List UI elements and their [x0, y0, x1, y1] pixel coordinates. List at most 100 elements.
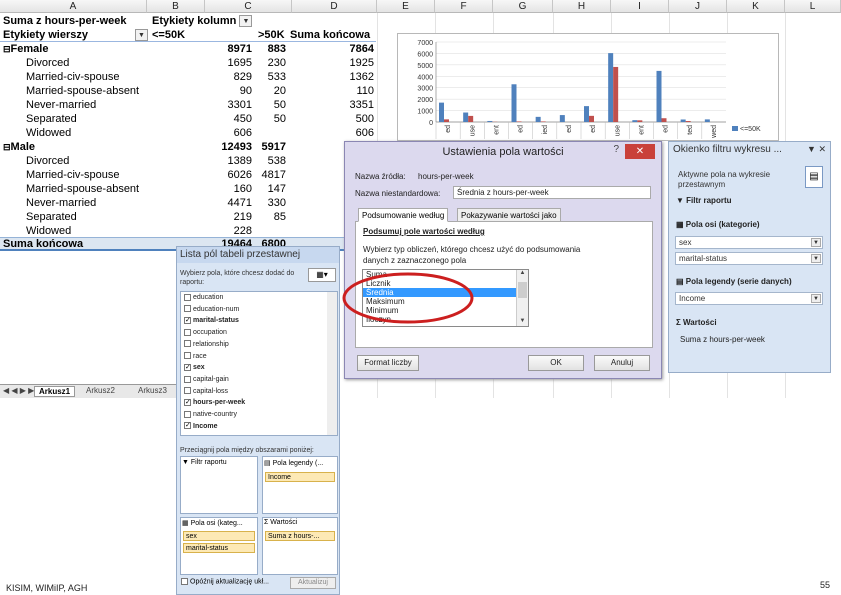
pivot-chart[interactable]: 7000 6000 5000 4000 3000 2000 1000 0 ed use ent ed i…: [397, 33, 779, 141]
pivot-cell-v1: 90: [239, 85, 252, 97]
filter-axis-marital-combo[interactable]: marital-status ▼: [675, 252, 823, 265]
filter-pane-report-filter: ▼ Filtr raportu: [676, 196, 732, 205]
pivot-row-label[interactable]: Married-civ-spouse: [26, 168, 120, 182]
pane-close-icon[interactable]: ▼ ✕: [807, 144, 826, 155]
collapse-icon[interactable]: ⊟: [3, 44, 11, 54]
col-labels-dropdown-icon[interactable]: ▼: [239, 15, 253, 28]
checkbox-icon[interactable]: [184, 328, 191, 336]
scroll-thumb[interactable]: [518, 282, 527, 298]
column-header-f[interactable]: F: [435, 0, 493, 13]
column-header-h[interactable]: H: [553, 0, 611, 13]
layout-options-icon[interactable]: ▦▾: [308, 268, 336, 282]
sheet-tab-arkusz1[interactable]: Arkusz1: [34, 386, 76, 397]
pivot-row-label[interactable]: Separated: [26, 210, 77, 224]
pivot-row-label[interactable]: ⊟Male: [3, 140, 35, 154]
pivot-row-label[interactable]: Separated: [26, 112, 77, 126]
sheet-tab-arkusz3[interactable]: Arkusz3: [138, 386, 167, 395]
field-item[interactable]: ✓ sex: [184, 362, 205, 373]
field-item[interactable]: education-num: [184, 304, 239, 315]
pivot-row-label-text: Female: [10, 43, 49, 55]
pivot-row-label[interactable]: Widowed: [26, 224, 71, 238]
filter-legend-income-combo[interactable]: Income ▼: [675, 292, 823, 305]
chart-bar-le50k: [559, 115, 565, 122]
custom-name-input[interactable]: Średnia z hours-per-week: [453, 186, 651, 199]
pivot-row-label[interactable]: Never-married: [26, 196, 96, 210]
defer-update-checkbox[interactable]: Opóźnij aktualizację ukł...: [181, 578, 269, 585]
pivot-row-label-text: Divorced: [26, 57, 70, 69]
checkbox-icon[interactable]: [184, 305, 191, 313]
pivot-cell-v2: 85: [273, 211, 286, 223]
pivot-row-label[interactable]: Married-spouse-absent: [26, 182, 139, 196]
chart-pane-icon[interactable]: ▤: [805, 166, 823, 188]
sheet-tab-arkusz2[interactable]: Arkusz2: [86, 386, 115, 395]
field-item[interactable]: ✓ Income: [184, 421, 218, 432]
chevron-down-icon[interactable]: ▼: [811, 294, 821, 303]
field-item[interactable]: native-country: [184, 409, 237, 420]
column-header-d[interactable]: D: [292, 0, 377, 13]
close-icon[interactable]: ✕: [625, 144, 655, 159]
column-header-k[interactable]: K: [727, 0, 785, 13]
ok-button[interactable]: OK: [528, 355, 584, 371]
checkbox-checked-icon[interactable]: ✓: [184, 317, 191, 325]
pivot-row-label-text: Separated: [26, 113, 77, 125]
scroll-up-icon[interactable]: ▲: [517, 270, 528, 278]
scroll-down-icon[interactable]: ▼: [517, 318, 528, 326]
checkbox-icon[interactable]: [184, 352, 191, 360]
cancel-button[interactable]: Anuluj: [594, 355, 650, 371]
chevron-down-icon[interactable]: ▼: [811, 254, 821, 263]
column-header-b[interactable]: B: [147, 0, 205, 13]
pivot-row-label[interactable]: Widowed: [26, 126, 71, 140]
column-header-l[interactable]: L: [785, 0, 841, 13]
defer-checkbox-icon[interactable]: [181, 578, 188, 585]
field-item[interactable]: capital-gain: [184, 374, 229, 385]
field-list-scrollbar[interactable]: [327, 292, 337, 435]
checkbox-icon[interactable]: [184, 375, 191, 383]
checkbox-checked-icon[interactable]: ✓: [184, 363, 191, 371]
column-header-a[interactable]: A: [0, 0, 147, 13]
help-icon[interactable]: ?: [613, 144, 619, 155]
pivot-row-label[interactable]: Never-married: [26, 98, 96, 112]
tab-nav-icon[interactable]: ◀ ◀ ▶ ▶: [3, 386, 34, 395]
axis-item-marital-status[interactable]: marital-status: [183, 543, 255, 553]
filter-axis-sex-combo[interactable]: sex ▼: [675, 236, 823, 249]
checkbox-checked-icon[interactable]: ✓: [184, 398, 191, 406]
field-item[interactable]: race: [184, 351, 207, 362]
column-header-c[interactable]: C: [205, 0, 292, 13]
field-item[interactable]: relationship: [184, 339, 229, 350]
tab-summarize-by[interactable]: Podsumowanie według: [358, 208, 449, 222]
pivot-col-labels-header[interactable]: Etykiety kolumn ▼: [152, 14, 253, 28]
collapse-icon[interactable]: ⊟: [3, 142, 11, 152]
row-labels-dropdown-icon[interactable]: ▼: [135, 29, 148, 41]
pivot-row-label[interactable]: Divorced: [26, 56, 69, 70]
checkbox-icon[interactable]: [184, 293, 191, 301]
filter-pane-title: Okienko filtru wykresu ...: [673, 144, 782, 155]
tab-show-values-as[interactable]: Pokazywanie wartości jako: [457, 208, 561, 222]
checkbox-icon[interactable]: [184, 340, 191, 348]
chevron-down-icon[interactable]: ▼: [811, 238, 821, 247]
listbox-scrollbar[interactable]: ▲ ▼: [516, 270, 528, 326]
values-item[interactable]: Suma z hours-...: [265, 531, 335, 541]
pivot-row-label[interactable]: Married-spouse-absent: [26, 84, 139, 98]
field-item[interactable]: ✓ marital-status: [184, 315, 239, 326]
pivot-row-label[interactable]: Married-civ-spouse: [26, 70, 120, 84]
checkbox-icon[interactable]: [184, 387, 191, 395]
field-item[interactable]: occupation: [184, 327, 227, 338]
axis-item-sex[interactable]: sex: [183, 531, 255, 541]
checkbox-icon[interactable]: [184, 410, 191, 418]
column-header-j[interactable]: J: [669, 0, 727, 13]
column-header-g[interactable]: G: [493, 0, 553, 13]
pivot-col1-header: <=50K: [152, 29, 186, 41]
field-item[interactable]: education: [184, 292, 223, 303]
field-item[interactable]: ✓ hours-per-week: [184, 397, 245, 408]
field-item[interactable]: capital-loss: [184, 386, 228, 397]
update-button[interactable]: Aktualizuj: [290, 577, 336, 589]
number-format-button[interactable]: Format liczby: [357, 355, 419, 371]
legend-item-income[interactable]: Income: [265, 472, 335, 482]
column-header-i[interactable]: I: [611, 0, 669, 13]
pivot-row-label[interactable]: ⊟Female: [3, 42, 48, 56]
checkbox-checked-icon[interactable]: ✓: [184, 422, 191, 430]
pivot-row-labels-header[interactable]: Etykiety wierszy: [3, 28, 88, 42]
annotation-ellipse: [342, 272, 474, 324]
column-header-e[interactable]: E: [377, 0, 435, 13]
pivot-row-label[interactable]: Divorced: [26, 154, 69, 168]
